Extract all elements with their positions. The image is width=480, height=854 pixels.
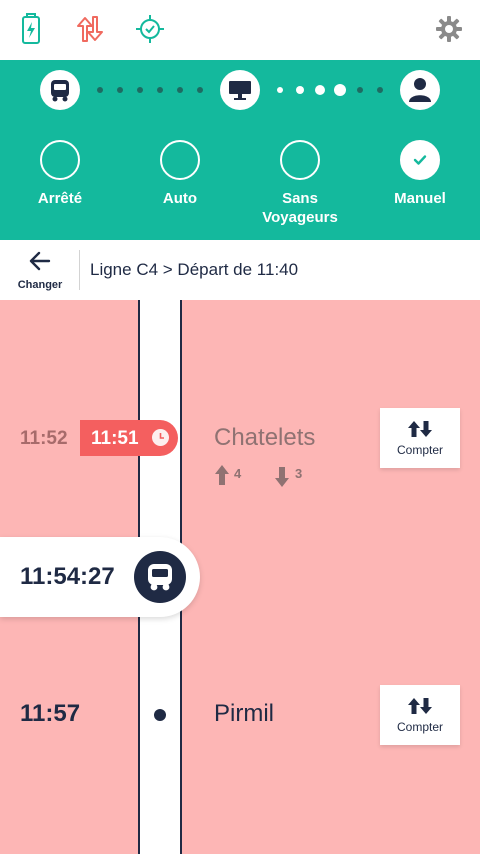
settings-gear-icon[interactable] — [434, 12, 464, 46]
mode-sans-voyageurs[interactable]: Sans Voyageurs — [240, 140, 360, 227]
scheduled-time: 11:52 — [20, 428, 68, 449]
stop-name: Pirmil — [214, 700, 274, 727]
progress-dot — [296, 86, 304, 94]
current-position-marker: 11:54:27 — [0, 537, 200, 617]
divider — [79, 250, 80, 290]
passenger-counts: 4 3 — [214, 464, 334, 488]
progress-dot — [377, 87, 383, 93]
arrow-up-icon — [215, 465, 229, 485]
change-route-label: Changer — [17, 279, 63, 291]
up-down-arrows-icon — [380, 697, 460, 715]
alighting-count: 3 — [295, 466, 303, 481]
progress-dot — [277, 87, 283, 93]
progress-dot — [177, 87, 183, 93]
progress-dot — [97, 87, 103, 93]
count-button[interactable]: Compter — [380, 685, 460, 745]
mode-manuel[interactable]: Manuel — [360, 140, 480, 208]
mode-radio[interactable] — [40, 140, 80, 180]
stage-bus-icon — [40, 70, 80, 110]
route-title: Ligne C4 > Départ de 11:40 — [90, 260, 299, 279]
stop-name: Chatelets — [214, 424, 316, 451]
arrow-left-icon — [29, 251, 51, 271]
mode-label: Sans Voyageurs — [262, 190, 338, 226]
mode-label: Arrêté — [37, 190, 83, 207]
mode-label: Auto — [162, 190, 198, 207]
progress-dot — [197, 87, 203, 93]
count-button-label: Compter — [396, 443, 443, 457]
gps-target-icon[interactable] — [135, 12, 165, 46]
route-header: Changer Ligne C4 > Départ de 11:40 — [0, 240, 480, 300]
count-button[interactable]: Compter — [380, 408, 460, 468]
status-bar — [0, 0, 480, 60]
progress-dot — [357, 87, 363, 93]
realtime-badge: 11:51 — [80, 420, 178, 456]
bus-icon — [134, 551, 186, 603]
stage-terminal-icon — [220, 70, 260, 110]
stop-dot — [154, 709, 166, 721]
battery-charging-icon — [16, 12, 46, 46]
current-time: 11:54:27 — [20, 563, 115, 590]
mode-label: Manuel — [394, 190, 446, 207]
up-down-arrows-icon — [380, 420, 460, 438]
progress-dot — [117, 87, 123, 93]
checkmark-icon — [413, 155, 427, 165]
progress-dot — [157, 87, 163, 93]
scheduled-time: 11:57 — [20, 700, 81, 727]
realtime-time: 11:51 — [91, 428, 139, 449]
mode-radio[interactable] — [280, 140, 320, 180]
clock-icon — [152, 429, 169, 446]
mode-radio-selected[interactable] — [400, 140, 440, 180]
trip-timeline[interactable]: 11:52 11:51 Chatelets 4 3 Compter 11:54:… — [0, 300, 480, 854]
mode-radio[interactable] — [160, 140, 200, 180]
progress-dot — [334, 84, 346, 96]
boarding-count: 4 — [234, 466, 242, 481]
mode-arrete[interactable]: Arrêté — [0, 140, 120, 208]
progress-dot — [137, 87, 143, 93]
service-mode-panel: Arrêté Auto Sans Voyageurs Manuel — [0, 60, 480, 240]
sync-arrows-icon[interactable] — [75, 12, 105, 46]
change-route-button[interactable]: Changer — [8, 250, 72, 294]
stage-driver-icon — [400, 70, 440, 110]
arrow-down-icon — [275, 467, 289, 487]
progress-dot — [315, 85, 325, 95]
count-button-label: Compter — [396, 720, 443, 734]
mode-auto[interactable]: Auto — [120, 140, 240, 208]
